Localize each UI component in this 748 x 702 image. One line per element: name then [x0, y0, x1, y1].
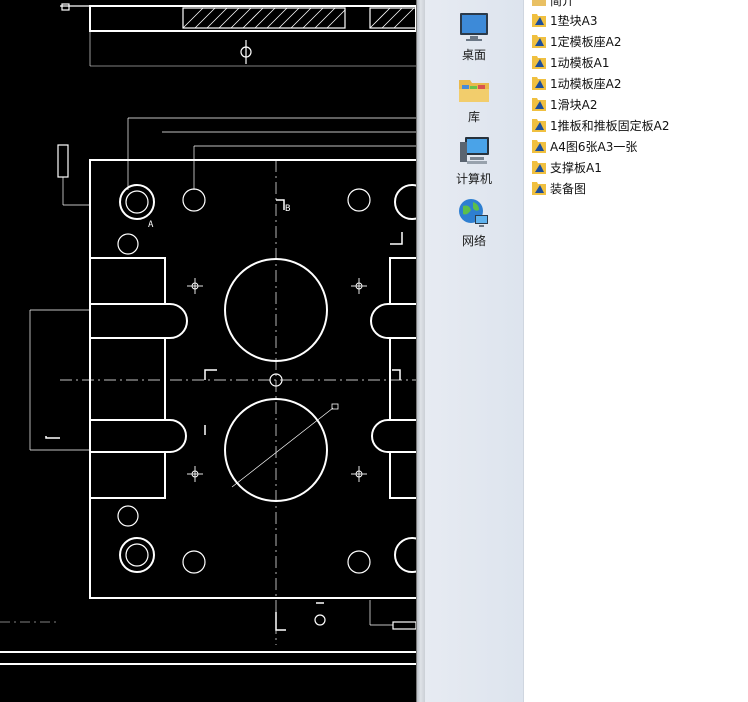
cad-drawing-canvas[interactable]: A B [0, 0, 416, 702]
file-name: A4图6张A3一张 [550, 139, 638, 154]
cad-file-icon [532, 161, 546, 174]
network-icon [459, 199, 488, 227]
section-label-b: B [285, 204, 291, 214]
file-name: 装备图 [550, 181, 587, 196]
folder-icon [532, 0, 546, 6]
list-item[interactable]: 1推板和推板固定板A2 [531, 115, 669, 135]
list-item[interactable]: 简介 [531, 0, 574, 10]
file-name: 1定模板座A2 [550, 34, 622, 49]
nav-item-label: 桌面 [461, 48, 486, 62]
nav-item-network[interactable]: 网络 [425, 196, 523, 249]
cad-file-icon [532, 35, 546, 48]
file-list: 简介 1垫块A3 1定模板座A2 1动模板A1 1动模板座A2 1滑块A2 1推… [524, 0, 748, 702]
cad-file-icon [532, 182, 546, 195]
list-item[interactable]: 1定模板座A2 [531, 31, 621, 51]
nav-item-label: 网络 [461, 234, 486, 248]
section-label-a: A [148, 220, 154, 230]
list-item[interactable]: A4图6张A3一张 [531, 136, 637, 156]
list-item[interactable]: 1动模板A1 [531, 52, 609, 72]
list-item[interactable]: 1动模板座A2 [531, 73, 621, 93]
mold-plate-drawing [0, 3, 416, 665]
list-item[interactable]: 支撑板A1 [531, 157, 602, 177]
cad-file-icon [532, 56, 546, 69]
desktop-icon [460, 13, 488, 41]
file-name: 简介 [550, 0, 575, 8]
nav-item-label: 计算机 [455, 172, 492, 186]
file-name: 1垫块A3 [550, 13, 598, 28]
cad-file-icon [532, 98, 546, 111]
file-name: 1推板和推板固定板A2 [550, 118, 670, 133]
list-item[interactable]: 1垫块A3 [531, 10, 597, 30]
nav-item-label: 库 [467, 110, 480, 124]
file-name: 1滑块A2 [550, 97, 598, 112]
nav-item-desktop[interactable]: 桌面 [425, 10, 523, 63]
cad-file-icon [532, 14, 546, 27]
library-icon [459, 80, 489, 102]
navigation-pane: 桌面 库 计算机 网络 [425, 0, 524, 702]
cad-file-icon [532, 140, 546, 153]
cad-file-icon [532, 77, 546, 90]
computer-icon [460, 137, 489, 164]
list-item[interactable]: 1滑块A2 [531, 94, 597, 114]
cad-file-icon [532, 119, 546, 132]
file-name: 1动模板座A2 [550, 76, 622, 91]
list-item[interactable]: 装备图 [531, 178, 586, 198]
nav-item-library[interactable]: 库 [425, 72, 523, 125]
file-name: 支撑板A1 [550, 160, 602, 175]
file-name: 1动模板A1 [550, 55, 610, 70]
nav-item-computer[interactable]: 计算机 [425, 134, 523, 187]
